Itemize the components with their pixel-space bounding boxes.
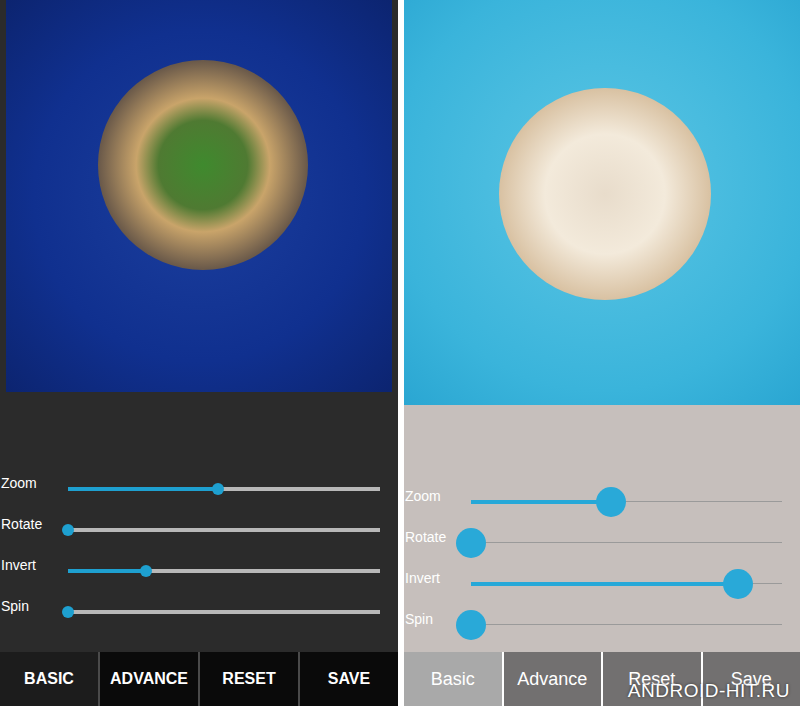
watermark: ANDROID-HIT.RU	[628, 680, 790, 702]
button-bar: BASIC ADVANCE RESET SAVE	[0, 652, 398, 706]
slider-thumb[interactable]	[596, 487, 626, 517]
planet-shape	[499, 88, 711, 300]
button-label: ADVANCE	[110, 670, 188, 688]
button-label: Basic	[431, 669, 475, 690]
button-label: BASIC	[24, 670, 74, 688]
slider-label: Invert	[404, 570, 471, 586]
advance-button[interactable]: ADVANCE	[100, 652, 198, 706]
slider-thumb[interactable]	[456, 528, 486, 558]
slider-thumb[interactable]	[723, 569, 753, 599]
editor-panel: Zoom Rotate Invert Spin Basic Advance Reset Sav…	[404, 0, 800, 706]
button-label: Reset	[628, 669, 675, 690]
slider-track[interactable]	[68, 528, 380, 532]
slider-fill	[68, 569, 146, 573]
editor-panel: Zoom Rotate Invert Spin BASIC ADVANCE RESET SAV…	[0, 0, 398, 706]
save-button[interactable]: Save	[703, 652, 800, 706]
slider-label: Spin	[0, 598, 68, 614]
basic-button[interactable]: Basic	[404, 652, 502, 706]
planet-shape	[98, 60, 308, 270]
slider-fill	[471, 582, 738, 586]
button-bar: Basic Advance Reset Save	[404, 652, 800, 706]
slider-row: Spin	[404, 604, 800, 645]
slider-fill	[68, 487, 218, 491]
slider-track[interactable]	[471, 501, 782, 502]
slider-track[interactable]	[471, 542, 782, 543]
slider-thumb[interactable]	[456, 610, 486, 640]
slider-thumb[interactable]	[212, 483, 224, 495]
save-button[interactable]: SAVE	[300, 652, 398, 706]
button-label: Save	[731, 669, 772, 690]
slider-row: Zoom	[404, 481, 800, 522]
reset-button[interactable]: RESET	[200, 652, 298, 706]
slider-row: Zoom	[0, 468, 398, 509]
slider-row: Invert	[0, 550, 398, 591]
slider-label: Rotate	[0, 516, 68, 532]
tiny-planet-photo	[6, 0, 392, 392]
slider-row: Rotate	[0, 509, 398, 550]
button-label: SAVE	[328, 670, 370, 688]
slider-track[interactable]	[471, 624, 782, 625]
controls: Zoom Rotate Invert Spin	[0, 392, 398, 652]
slider-track[interactable]	[68, 610, 380, 614]
slider-track[interactable]	[68, 487, 380, 491]
slider-label: Zoom	[0, 475, 68, 491]
slider-fill	[471, 500, 611, 504]
slider-track[interactable]	[68, 569, 380, 573]
slider-thumb[interactable]	[62, 606, 74, 618]
slider-thumb[interactable]	[140, 565, 152, 577]
button-label: RESET	[222, 670, 275, 688]
slider-label: Invert	[0, 557, 68, 573]
slider-row: Invert	[404, 563, 800, 604]
controls: Zoom Rotate Invert Spin	[404, 405, 800, 652]
basic-button[interactable]: BASIC	[0, 652, 98, 706]
slider-thumb[interactable]	[62, 524, 74, 536]
slider-row: Rotate	[404, 522, 800, 563]
slider-track[interactable]	[471, 583, 782, 584]
slider-label: Zoom	[404, 488, 471, 504]
advance-button[interactable]: Advance	[504, 652, 602, 706]
button-label: Advance	[517, 669, 587, 690]
photo-frame	[0, 0, 398, 392]
photo-frame	[404, 0, 800, 405]
reset-button[interactable]: Reset	[603, 652, 701, 706]
slider-row: Spin	[0, 591, 398, 632]
tiny-planet-photo	[404, 0, 800, 405]
